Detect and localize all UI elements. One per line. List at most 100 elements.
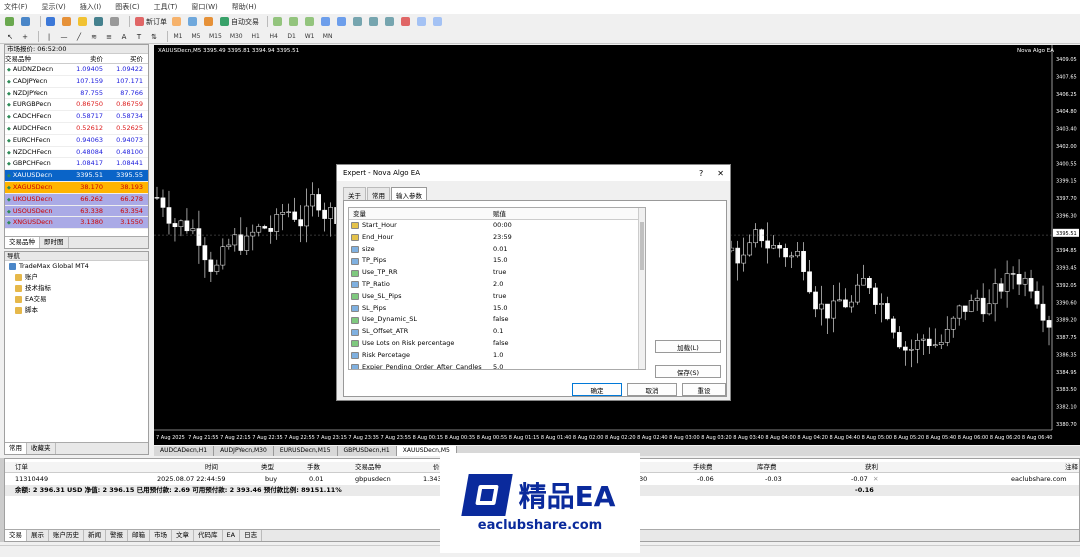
trendline-icon[interactable]: ╱ bbox=[73, 31, 85, 43]
col-time[interactable]: 时间 bbox=[205, 462, 218, 473]
load-button[interactable]: 加载(L) bbox=[655, 340, 721, 353]
chart-tab[interactable]: EURUSDecn,M15 bbox=[274, 446, 338, 456]
metaeditor-icon[interactable] bbox=[171, 16, 184, 28]
menu-window[interactable]: 窗口(W) bbox=[191, 2, 217, 12]
timeframe-m15[interactable]: M15 bbox=[208, 31, 223, 43]
save-button[interactable]: 保存(S) bbox=[655, 365, 721, 378]
col-type[interactable]: 类型 bbox=[261, 462, 274, 473]
param-value[interactable]: false bbox=[493, 338, 645, 350]
close-icon[interactable]: ✕ bbox=[717, 169, 724, 178]
timeframe-h4[interactable]: H4 bbox=[268, 31, 280, 43]
param-value[interactable]: 15.0 bbox=[493, 303, 645, 315]
menu-tools[interactable]: 工具(T) bbox=[154, 2, 178, 12]
tab-experts[interactable]: EA bbox=[223, 530, 241, 541]
col-commission[interactable]: 手续费 bbox=[693, 462, 713, 473]
tab-favorites[interactable]: 收藏夹 bbox=[27, 443, 56, 454]
market-watch-row[interactable]: AUDNZDecn1.094051.09422 bbox=[5, 64, 148, 76]
chart-shift-icon[interactable] bbox=[384, 16, 397, 28]
tab-symbols[interactable]: 交易品种 bbox=[5, 237, 40, 248]
periods-icon[interactable] bbox=[416, 16, 429, 28]
market-watch-row[interactable]: XAUUSDecn3395.513395.55 bbox=[5, 170, 148, 182]
auto-trading-button[interactable]: 自动交易 bbox=[219, 16, 260, 28]
market-watch-row[interactable]: USOUSDecn63.33863.354 bbox=[5, 205, 148, 218]
param-value[interactable]: 1.0 bbox=[493, 350, 645, 362]
fibo-icon[interactable]: ≡ bbox=[103, 31, 115, 43]
bar-chart-icon[interactable] bbox=[272, 16, 285, 28]
market-watch-row[interactable]: AUDCHFecn0.526120.52625 bbox=[5, 123, 148, 135]
crosshair-icon[interactable]: + bbox=[19, 31, 31, 43]
timeframe-w1[interactable]: W1 bbox=[304, 31, 316, 43]
col-order[interactable]: 订单 bbox=[15, 462, 28, 473]
navigator-accounts[interactable]: 账户 bbox=[5, 272, 148, 283]
tab-trade[interactable]: 交易 bbox=[5, 530, 27, 541]
timeframe-mn[interactable]: MN bbox=[322, 31, 334, 43]
tab-common[interactable]: 常用 bbox=[5, 443, 27, 454]
col-swap[interactable]: 库存费 bbox=[757, 462, 777, 473]
param-value[interactable]: 23:59 bbox=[493, 232, 645, 244]
column-ask[interactable]: 买价 bbox=[105, 54, 145, 64]
tab-alerts[interactable]: 警报 bbox=[106, 530, 128, 541]
market-watch-row[interactable]: CADCHFecn0.587170.58734 bbox=[5, 111, 148, 123]
label-icon[interactable]: T bbox=[133, 31, 145, 43]
autoscroll-icon[interactable] bbox=[368, 16, 381, 28]
market-watch-icon[interactable] bbox=[45, 16, 58, 28]
market-watch-row[interactable]: UKOUSDecn66.26266.278 bbox=[5, 193, 148, 206]
zoom-out-icon[interactable] bbox=[336, 16, 349, 28]
candlestick-icon[interactable] bbox=[288, 16, 301, 28]
arrows-icon[interactable]: ⇅ bbox=[148, 31, 160, 43]
params-scrollbar[interactable] bbox=[638, 208, 645, 369]
tab-tick-chart[interactable]: 即时图 bbox=[40, 237, 69, 248]
tab-articles[interactable]: 文章 bbox=[172, 530, 194, 541]
tab-code-base[interactable]: 代码库 bbox=[194, 530, 223, 541]
param-row[interactable]: Use_Dynamic_SL false bbox=[349, 314, 645, 326]
market-watch-row[interactable]: NZDJPYecn87.75587.766 bbox=[5, 88, 148, 100]
param-value[interactable]: 2.0 bbox=[493, 279, 645, 291]
help-icon[interactable]: ? bbox=[699, 169, 703, 178]
param-row[interactable]: SL_Offset_ATR 0.1 bbox=[349, 326, 645, 338]
cancel-button[interactable]: 取消 bbox=[627, 383, 677, 396]
reset-button[interactable]: 重设 bbox=[682, 383, 726, 396]
param-row[interactable]: Start_Hour 00:00 bbox=[349, 220, 645, 232]
new-chart-icon[interactable] bbox=[4, 16, 17, 28]
market-watch-row[interactable]: EURGBPecn0.867500.86759 bbox=[5, 99, 148, 112]
scroll-thumb[interactable] bbox=[640, 222, 644, 270]
timeframe-m5[interactable]: M5 bbox=[190, 31, 202, 43]
history-icon[interactable] bbox=[187, 16, 200, 28]
tab-account-history[interactable]: 账户历史 bbox=[49, 530, 84, 541]
market-watch-row[interactable]: CADJPYecn107.159107.171 bbox=[5, 76, 148, 88]
menu-view[interactable]: 显示(V) bbox=[42, 2, 66, 12]
column-symbol[interactable]: 交易品种 bbox=[5, 54, 63, 64]
tab-news[interactable]: 新闻 bbox=[84, 530, 106, 541]
menu-charts[interactable]: 图表(C) bbox=[115, 2, 139, 12]
new-order-button[interactable]: 新订单 bbox=[134, 16, 168, 28]
param-value[interactable]: 0.1 bbox=[493, 326, 645, 338]
data-window-icon[interactable] bbox=[61, 16, 74, 28]
param-value[interactable]: true bbox=[493, 267, 645, 279]
timeframe-d1[interactable]: D1 bbox=[286, 31, 298, 43]
signals-icon[interactable] bbox=[203, 16, 216, 28]
tab-mailbox[interactable]: 邮箱 bbox=[128, 530, 150, 541]
horizontal-line-icon[interactable]: — bbox=[58, 31, 70, 43]
terminal-icon[interactable] bbox=[93, 16, 106, 28]
col-profit[interactable]: 获利 bbox=[865, 462, 878, 473]
vertical-line-icon[interactable]: | bbox=[43, 31, 55, 43]
col-price[interactable]: 价 bbox=[433, 462, 440, 473]
param-row[interactable]: Use Lots on Risk percentage false bbox=[349, 338, 645, 350]
menu-insert[interactable]: 插入(I) bbox=[80, 2, 102, 12]
timeframe-m1[interactable]: M1 bbox=[172, 31, 184, 43]
param-value[interactable]: true bbox=[493, 291, 645, 303]
param-row[interactable]: Expier_Pending_Order_After_Candles 5.0 bbox=[349, 362, 645, 369]
timeframe-h1[interactable]: H1 bbox=[250, 31, 262, 43]
param-value[interactable]: 15.0 bbox=[493, 255, 645, 267]
tab-exposure[interactable]: 展示 bbox=[27, 530, 49, 541]
tab-journal[interactable]: 日志 bbox=[240, 530, 263, 541]
channel-icon[interactable]: ≋ bbox=[88, 31, 100, 43]
param-row[interactable]: TP_Ratio 2.0 bbox=[349, 279, 645, 291]
navigator-icon[interactable] bbox=[77, 16, 90, 28]
param-value[interactable]: 0.01 bbox=[493, 244, 645, 256]
market-watch-row[interactable]: GBPCHFecn1.084171.08441 bbox=[5, 158, 148, 171]
chart-tab[interactable]: AUDJPYecn,M30 bbox=[214, 446, 274, 456]
navigator-root[interactable]: TradeMax Global MT4 bbox=[5, 261, 148, 272]
zoom-in-icon[interactable] bbox=[320, 16, 333, 28]
param-row[interactable]: Risk Percetage 1.0 bbox=[349, 350, 645, 362]
